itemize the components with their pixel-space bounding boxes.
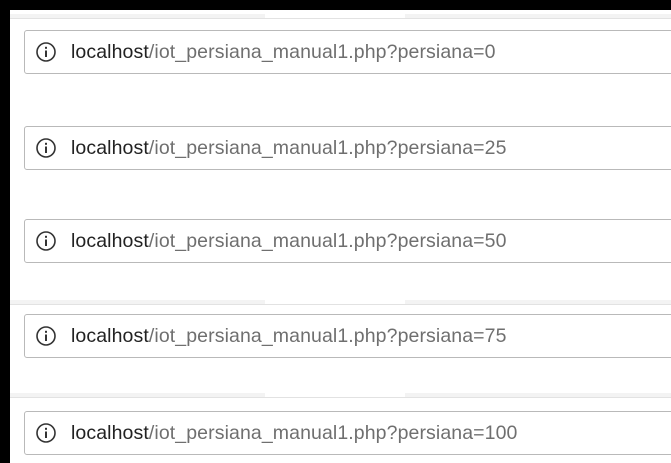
info-icon[interactable] (35, 230, 57, 252)
url-text[interactable]: localhost/iot_persiana_manual1.php?persi… (71, 137, 507, 160)
url-text[interactable]: localhost/iot_persiana_manual1.php?persi… (71, 422, 518, 445)
info-icon[interactable] (35, 325, 57, 347)
url-host: localhost (71, 40, 149, 63)
info-icon[interactable] (35, 137, 57, 159)
url-path: /iot_persiana_manual1.php?persiana=100 (148, 421, 518, 444)
url-host: localhost (71, 421, 149, 444)
address-bar[interactable]: localhost/iot_persiana_manual1.php?persi… (24, 30, 671, 74)
url-host: localhost (71, 136, 149, 159)
url-path: /iot_persiana_manual1.php?persiana=25 (148, 136, 507, 159)
url-text[interactable]: localhost/iot_persiana_manual1.php?persi… (71, 41, 496, 64)
info-icon[interactable] (35, 422, 57, 444)
info-icon[interactable] (35, 41, 57, 63)
address-bar[interactable]: localhost/iot_persiana_manual1.php?persi… (24, 314, 671, 358)
url-path: /iot_persiana_manual1.php?persiana=50 (148, 229, 507, 252)
toolbar-band (10, 14, 671, 19)
toolbar-band (10, 300, 671, 305)
address-bar[interactable]: localhost/iot_persiana_manual1.php?persi… (24, 219, 671, 263)
toolbar-band (10, 393, 671, 398)
url-path: /iot_persiana_manual1.php?persiana=0 (148, 40, 496, 63)
url-host: localhost (71, 229, 149, 252)
url-text[interactable]: localhost/iot_persiana_manual1.php?persi… (71, 230, 507, 253)
address-bar[interactable]: localhost/iot_persiana_manual1.php?persi… (24, 411, 671, 455)
url-host: localhost (71, 324, 149, 347)
url-text[interactable]: localhost/iot_persiana_manual1.php?persi… (71, 325, 507, 348)
url-path: /iot_persiana_manual1.php?persiana=75 (148, 324, 507, 347)
address-bar[interactable]: localhost/iot_persiana_manual1.php?persi… (24, 126, 671, 170)
